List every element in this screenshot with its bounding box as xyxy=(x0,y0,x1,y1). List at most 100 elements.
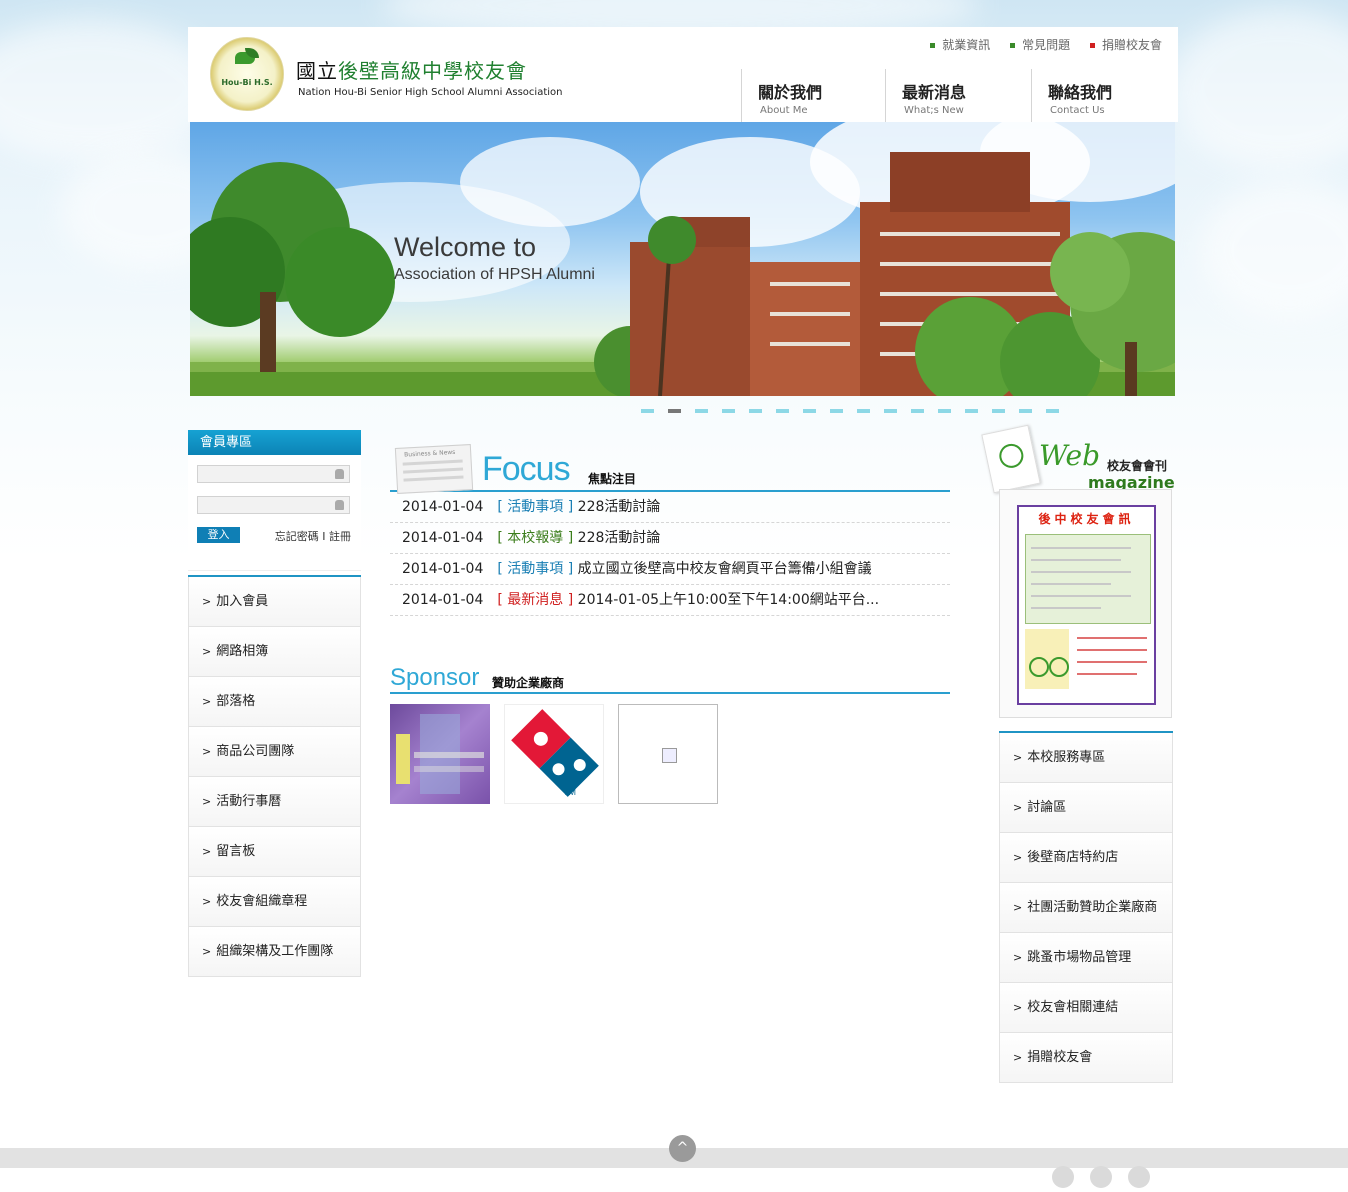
right-menu-service[interactable]: > 本校服務專區 xyxy=(999,733,1173,783)
login-form: 登入 忘記密碼 I 註冊 xyxy=(188,455,361,571)
chevron-right-icon: > xyxy=(202,945,212,958)
chevron-right-icon: > xyxy=(202,695,212,708)
nav-news-sub: What;s New xyxy=(904,105,964,116)
nav-about-sub: About Me xyxy=(760,105,808,116)
slider-dot[interactable] xyxy=(857,409,870,413)
nav-contact[interactable]: 聯絡我們 Contact Us xyxy=(1031,69,1172,122)
slider-dot[interactable] xyxy=(830,409,843,413)
left-menu-guestbook[interactable]: > 留言板 xyxy=(188,827,361,877)
slider-dot[interactable] xyxy=(776,409,789,413)
nav-about[interactable]: 關於我們 About Me xyxy=(741,69,882,122)
site-title-main: 後壁高級中學校友會 xyxy=(338,59,527,83)
news-item[interactable]: 2014-01-04[ 活動事項 ] 成立國立後壁高中校友會網頁平台籌備小組會議 xyxy=(390,554,950,585)
right-menu-stores[interactable]: > 後壁商店特約店 xyxy=(999,833,1173,883)
footer-social-icon[interactable] xyxy=(1052,1166,1074,1188)
left-menu-team[interactable]: > 組織架構及工作團隊 xyxy=(188,927,361,977)
slider-dot[interactable] xyxy=(884,409,897,413)
school-logo[interactable]: Hou-Bi H.S. xyxy=(210,37,284,111)
banner-heading: Welcome to xyxy=(394,232,537,262)
broken-image-icon xyxy=(662,748,677,763)
right-menu-sponsors[interactable]: > 社團活動贊助企業廠商 xyxy=(999,883,1173,933)
sponsor-logo-purple[interactable] xyxy=(390,704,490,804)
slider-dot[interactable] xyxy=(803,409,816,413)
left-menu-calendar[interactable]: > 活動行事曆 xyxy=(188,777,361,827)
banner-subheading: Association of HPSH Alumni xyxy=(394,266,595,283)
bullet-icon xyxy=(1010,43,1016,48)
chevron-right-icon: > xyxy=(1013,901,1023,914)
register-link[interactable]: 註冊 xyxy=(329,530,351,543)
seal-icon xyxy=(1029,657,1049,677)
site-subtitle: Nation Hou-Bi Senior High School Alumni … xyxy=(298,87,563,98)
chevron-right-icon: > xyxy=(202,845,212,858)
right-menu-flea-market[interactable]: > 跳蚤市場物品管理 xyxy=(999,933,1173,983)
top-link-jobs[interactable]: 就業資訊 xyxy=(930,38,990,52)
right-menu-forum[interactable]: > 討論區 xyxy=(999,783,1173,833)
chevron-right-icon: > xyxy=(1013,951,1023,964)
sponsor-logo-dominos[interactable]: TM xyxy=(504,704,604,804)
slider-dot[interactable] xyxy=(992,409,1005,413)
slider-dot[interactable] xyxy=(1019,409,1032,413)
magazine-cover-title: 後中校友會訊 xyxy=(1038,512,1135,526)
login-links: 忘記密碼 I 註冊 xyxy=(275,528,351,544)
nav-about-label: 關於我們 xyxy=(758,83,823,102)
user-icon xyxy=(335,469,344,479)
news-item[interactable]: 2014-01-04[ 活動事項 ] 228活動討論 xyxy=(390,492,950,523)
top-link-faq[interactable]: 常見問題 xyxy=(1010,38,1070,52)
chevron-right-icon: > xyxy=(1013,1051,1023,1064)
forgot-password-link[interactable]: 忘記密碼 xyxy=(275,530,319,543)
sponsor-building-icon xyxy=(396,714,484,794)
chevron-right-icon: > xyxy=(1013,801,1023,814)
username-input[interactable] xyxy=(197,465,350,483)
left-menu-blog[interactable]: > 部落格 xyxy=(188,677,361,727)
left-menu-company[interactable]: > 商品公司團隊 xyxy=(188,727,361,777)
slider-dot[interactable] xyxy=(641,409,654,413)
chevron-right-icon: > xyxy=(1013,1001,1023,1014)
chevron-right-icon: > xyxy=(202,745,212,758)
link-separator: I xyxy=(322,530,326,543)
magazine-cover: 後中校友會訊 xyxy=(1017,505,1156,705)
slider-dot[interactable] xyxy=(911,409,924,413)
slider-dot[interactable] xyxy=(938,409,951,413)
hero-banner[interactable]: Welcome to Association of HPSH Alumni xyxy=(190,122,1175,396)
left-menu-join[interactable]: > 加入會員 xyxy=(188,577,361,627)
slider-dot[interactable] xyxy=(722,409,735,413)
sponsor-title: Sponsor xyxy=(390,664,480,691)
footer-social-icon[interactable] xyxy=(1090,1166,1112,1188)
nav-news[interactable]: 最新消息 What;s New xyxy=(885,69,1026,122)
lock-icon xyxy=(335,500,344,510)
nav-news-label: 最新消息 xyxy=(902,83,967,102)
magazine-cover-box[interactable]: 後中校友會訊 xyxy=(999,489,1172,718)
news-list: 2014-01-04[ 活動事項 ] 228活動討論 2014-01-04[ 本… xyxy=(390,492,950,616)
news-item[interactable]: 2014-01-04[ 最新消息 ] 2014-01-05上午10:00至下午1… xyxy=(390,585,950,616)
login-button[interactable]: 登入 xyxy=(197,527,240,543)
password-input[interactable] xyxy=(197,496,350,514)
news-item[interactable]: 2014-01-04[ 本校報導 ] 228活動討論 xyxy=(390,523,950,554)
chevron-right-icon: > xyxy=(1013,751,1023,764)
chevron-right-icon: > xyxy=(202,895,212,908)
right-menu-links[interactable]: > 校友會相關連結 xyxy=(999,983,1173,1033)
nav-contact-label: 聯絡我們 xyxy=(1048,83,1113,102)
focus-title-zh: 焦點注目 xyxy=(588,472,637,486)
slider-dot[interactable] xyxy=(749,409,762,413)
slider-dot[interactable] xyxy=(695,409,708,413)
left-menu-charter[interactable]: > 校友會組織章程 xyxy=(188,877,361,927)
footer-social-icon[interactable] xyxy=(1128,1166,1150,1188)
top-link-donate[interactable]: 捐贈校友會 xyxy=(1089,38,1162,52)
sponsor-logo-broken[interactable] xyxy=(618,704,718,804)
domino-logo-icon: TM xyxy=(511,709,599,797)
left-menu-album[interactable]: > 網路相簿 xyxy=(188,627,361,677)
site-title-prefix: 國立 xyxy=(296,59,338,83)
back-to-top-button[interactable]: ^ xyxy=(669,1135,696,1162)
bullet-icon xyxy=(930,43,936,48)
sponsor-header: Sponsor 贊助企業廠商 xyxy=(390,664,950,694)
magazine-web-word: Web xyxy=(1039,439,1100,472)
slider-dot[interactable] xyxy=(668,409,681,413)
campus-photo xyxy=(190,122,1175,396)
focus-header: Business & News Focus 焦點注目 xyxy=(390,440,950,494)
focus-section: Business & News Focus 焦點注目 2014-01-04[ 活… xyxy=(390,440,950,616)
slider-dot[interactable] xyxy=(965,409,978,413)
seal-icon xyxy=(1049,657,1069,677)
slider-dot[interactable] xyxy=(1046,409,1059,413)
bullet-icon xyxy=(1089,43,1095,48)
right-menu-donate[interactable]: > 捐贈校友會 xyxy=(999,1033,1173,1083)
